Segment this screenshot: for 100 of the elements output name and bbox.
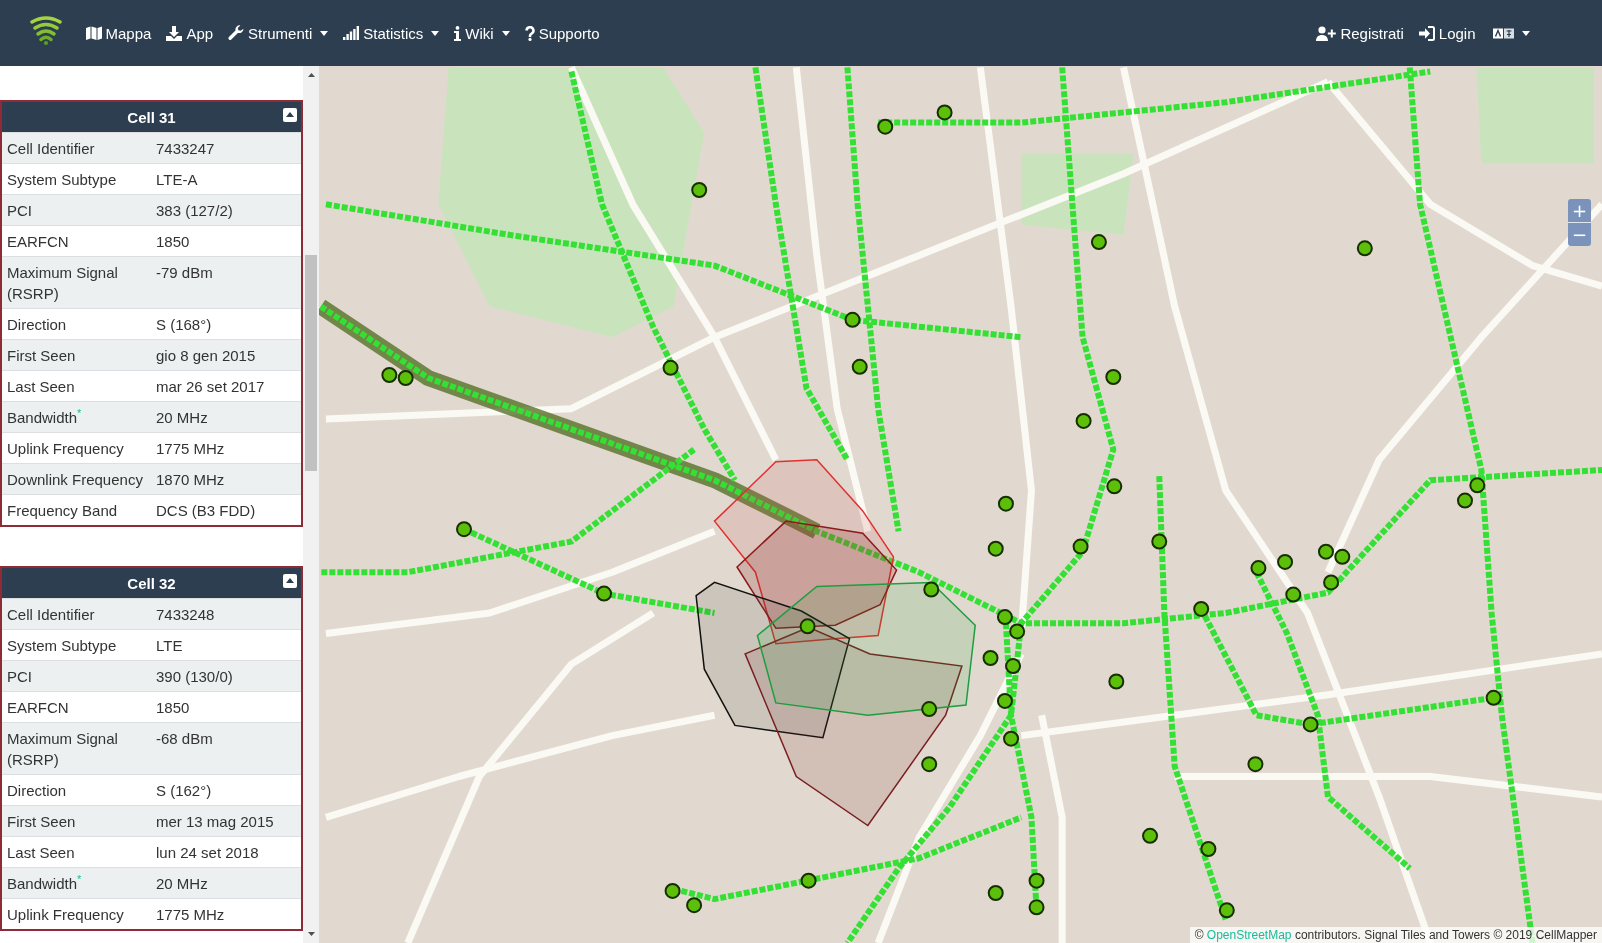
scroll-down-icon[interactable] xyxy=(307,932,315,936)
tower-marker-icon[interactable] xyxy=(799,618,816,635)
collapse-button[interactable] xyxy=(283,107,297,122)
tower-marker-icon[interactable] xyxy=(1200,841,1217,857)
tower-marker-icon[interactable] xyxy=(1009,623,1026,640)
tower-marker-icon[interactable] xyxy=(1250,560,1267,577)
nav-link[interactable]: Supporto xyxy=(517,24,607,42)
download-icon xyxy=(166,25,183,41)
property-value: 1850 xyxy=(151,225,301,257)
property-value: S (162°) xyxy=(151,774,301,806)
tower-marker-icon[interactable] xyxy=(851,358,868,375)
tower-marker-icon[interactable] xyxy=(1334,548,1351,565)
property-label: PCI xyxy=(2,194,151,226)
tower-marker-icon[interactable] xyxy=(1457,492,1473,509)
caret-up-icon xyxy=(286,112,294,117)
tower-marker-icon[interactable] xyxy=(921,756,938,773)
property-label: Bandwidth$^{*}$ xyxy=(2,401,151,433)
tower-marker-icon[interactable] xyxy=(987,885,1004,901)
property-label: Maximum Signal (RSRP) xyxy=(2,722,151,775)
tower-marker-icon[interactable] xyxy=(1075,412,1092,429)
tower-marker-icon[interactable] xyxy=(1028,872,1045,889)
signal-bars-icon xyxy=(343,26,360,40)
nav-link[interactable]: Mappa xyxy=(78,24,159,42)
tower-marker-icon[interactable] xyxy=(381,367,398,383)
scrollbar[interactable] xyxy=(303,66,319,943)
property-label: Last Seen xyxy=(2,836,151,868)
tower-marker-icon[interactable] xyxy=(1469,477,1486,494)
language-icon xyxy=(1493,27,1514,39)
property-value: S (168°) xyxy=(151,308,301,340)
tower-marker-icon[interactable] xyxy=(1106,478,1123,495)
tower-marker-icon[interactable] xyxy=(1003,730,1020,747)
tower-marker-icon[interactable] xyxy=(800,872,817,889)
logo-icon[interactable] xyxy=(30,15,62,45)
property-label: Last Seen xyxy=(2,370,151,402)
tower-marker-icon[interactable] xyxy=(1151,533,1168,550)
property-label: First Seen xyxy=(2,805,151,837)
property-value: LTE xyxy=(151,629,301,661)
language-button[interactable] xyxy=(1491,27,1532,39)
tower-marker-icon[interactable] xyxy=(1356,240,1373,257)
property-label: Bandwidth$^{*}$ xyxy=(2,867,151,899)
nav-link[interactable]: Statistics xyxy=(335,24,447,42)
property-label: System Subtype xyxy=(2,629,151,661)
tower-marker-icon[interactable] xyxy=(1285,586,1302,603)
scroll-up-icon[interactable] xyxy=(307,73,315,77)
tower-marker-icon[interactable] xyxy=(1108,673,1125,690)
tower-marker-icon[interactable] xyxy=(1193,600,1210,617)
map-background[interactable]: + − © OpenStreetMap contributors. Signal Tiles and Towers © 2019 CellMapper xyxy=(319,66,1602,943)
tower-marker-icon[interactable] xyxy=(844,311,861,328)
tower-marker-icon[interactable] xyxy=(1302,716,1319,733)
tower-marker-icon[interactable] xyxy=(1323,574,1340,591)
nav-link[interactable]: App xyxy=(158,24,221,42)
tower-marker-icon[interactable] xyxy=(397,370,414,386)
property-value: gio 8 gen 2015 xyxy=(151,339,301,371)
property-value: 383 (127/2) xyxy=(151,194,301,226)
tower-marker-icon[interactable] xyxy=(1005,658,1022,675)
collapse-button[interactable] xyxy=(283,573,297,588)
tower-marker-icon[interactable] xyxy=(1090,234,1107,251)
tower-marker-icon[interactable] xyxy=(1072,538,1089,555)
tower-marker-icon[interactable] xyxy=(936,104,953,121)
tower-marker-icon[interactable] xyxy=(982,650,999,666)
tower-marker-icon[interactable] xyxy=(921,701,938,718)
nav-link[interactable]: Strumenti xyxy=(220,24,336,42)
tower-marker-icon[interactable] xyxy=(1247,756,1264,773)
tower-marker-icon[interactable] xyxy=(1218,902,1235,919)
property-label: First Seen xyxy=(2,339,151,371)
tower-marker-icon[interactable] xyxy=(691,182,708,198)
tower-marker-icon[interactable] xyxy=(997,495,1014,512)
tower-marker-icon[interactable] xyxy=(1028,899,1045,916)
tower-marker-icon[interactable] xyxy=(987,540,1004,557)
wrench-icon xyxy=(228,25,245,41)
tower-marker-icon[interactable] xyxy=(1318,543,1334,560)
tower-marker-icon[interactable] xyxy=(1142,827,1159,844)
nav-link[interactable]: Registrati xyxy=(1308,24,1412,42)
tower-marker-icon[interactable] xyxy=(1485,689,1502,706)
tower-marker-icon[interactable] xyxy=(996,609,1013,626)
tower-marker-icon[interactable] xyxy=(877,118,894,135)
property-value: mer 13 mag 2015 xyxy=(151,805,301,837)
tower-marker-icon[interactable] xyxy=(664,882,681,899)
scrollbar-thumb[interactable] xyxy=(305,255,317,471)
tower-marker-icon[interactable] xyxy=(1105,369,1122,385)
property-value: 7433247 xyxy=(151,132,301,164)
property-value: 1850 xyxy=(151,691,301,723)
card-title: Cell 32 xyxy=(127,574,176,592)
property-value: 390 (130/0) xyxy=(151,660,301,692)
property-value: 20 MHz xyxy=(151,401,301,433)
property-value: -79 dBm xyxy=(151,256,301,309)
question-icon xyxy=(524,25,535,41)
attribution-text: © OpenStreetMap contributors. Signal Tiles and Towers © 2019 CellMapper xyxy=(1189,927,1602,943)
tower-marker-icon[interactable] xyxy=(456,521,472,538)
card-title: Cell 31 xyxy=(127,108,176,126)
nav-link[interactable]: Wiki xyxy=(446,24,518,42)
nav-link[interactable]: Login xyxy=(1411,24,1483,42)
tower-marker-icon[interactable] xyxy=(662,359,679,376)
property-value: 1870 MHz xyxy=(151,463,301,495)
tower-marker-icon[interactable] xyxy=(596,585,613,602)
property-label: EARFCN xyxy=(2,691,151,723)
tower-marker-icon[interactable] xyxy=(1277,553,1294,570)
tower-marker-icon[interactable] xyxy=(686,897,703,914)
tower-marker-icon[interactable] xyxy=(923,581,940,598)
property-value: 1775 MHz xyxy=(151,432,301,464)
